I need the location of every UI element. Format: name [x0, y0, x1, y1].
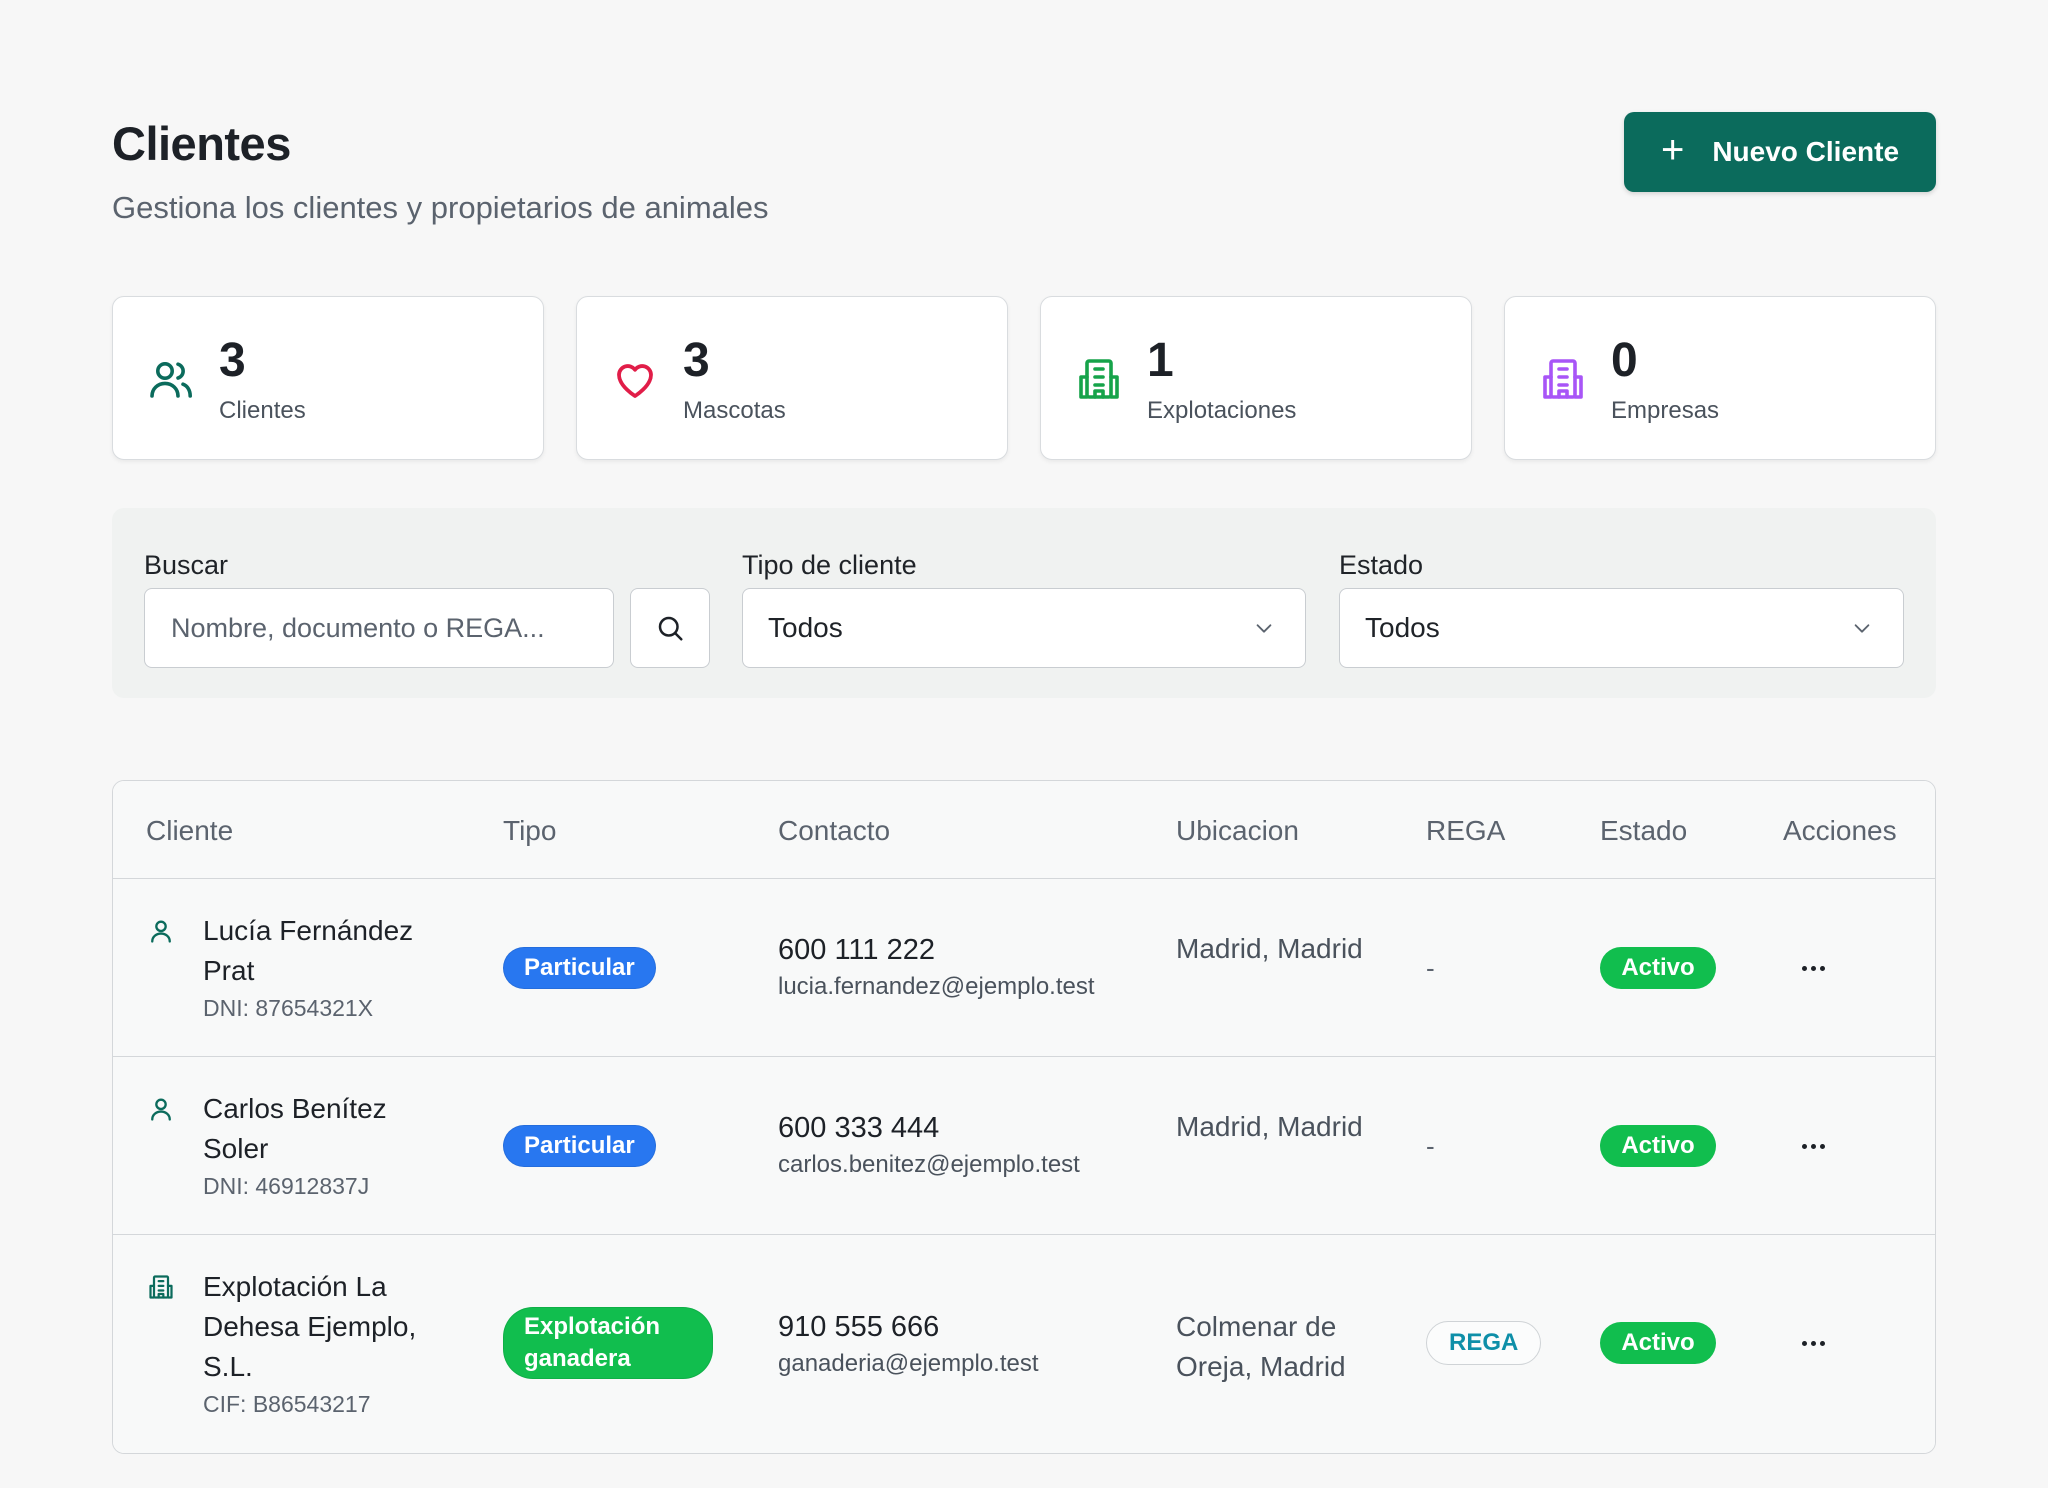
user-icon [151, 920, 171, 943]
stat-value: 3 [683, 334, 710, 387]
client-type-badge: Explotación ganadera [503, 1307, 713, 1379]
table-row[interactable]: Carlos Benítez Soler DNI: 46912837J Part… [113, 1057, 1935, 1235]
rega-badge: REGA [1426, 1321, 1542, 1365]
column-header: Estado [1600, 815, 1688, 846]
status-badge: Activo [1600, 1125, 1716, 1167]
search-input[interactable] [144, 588, 614, 668]
client-email: lucia.fernandez@ejemplo.test [778, 973, 1095, 1000]
page-title: Clientes [112, 117, 291, 170]
client-email: carlos.benitez@ejemplo.test [778, 1151, 1080, 1178]
new-client-label: Nuevo Cliente [1712, 136, 1900, 167]
status-badge: Activo [1600, 1322, 1716, 1364]
filters-panel: Buscar Tipo de cliente Todos Estado Todo… [112, 508, 1936, 698]
client-location: Madrid, Madrid [1176, 933, 1363, 964]
search-button[interactable] [630, 588, 710, 668]
client-phone: 600 111 222 [778, 934, 935, 966]
client-rega: - [1426, 1131, 1435, 1161]
type-filter-select[interactable]: Todos [742, 588, 1306, 668]
stat-card-explotaciones: 1 Explotaciones [1040, 296, 1472, 460]
status-badge: Activo [1600, 947, 1716, 989]
client-document: DNI: 46912837J [203, 1173, 370, 1199]
more-actions-button[interactable] [1793, 1131, 1833, 1161]
client-document: DNI: 87654321X [203, 995, 374, 1021]
table-row[interactable]: Explotación La Dehesa Ejemplo, S.L. CIF:… [113, 1235, 1935, 1453]
stat-label: Clientes [219, 397, 306, 424]
client-email: ganaderia@ejemplo.test [778, 1350, 1039, 1377]
column-header: Ubicacion [1176, 815, 1299, 846]
status-filter-label: Estado [1339, 550, 1424, 580]
client-name: Explotación La Dehesa Ejemplo, S.L. [203, 1271, 417, 1382]
client-phone: 910 555 666 [778, 1311, 940, 1343]
client-phone: 600 333 444 [778, 1112, 940, 1144]
chevron-down-icon [1256, 624, 1272, 633]
users-icon [150, 362, 192, 398]
column-header: REGA [1426, 815, 1506, 846]
client-document: CIF: B86543217 [203, 1391, 371, 1417]
client-type-badge: Particular [503, 947, 656, 989]
heart-icon [617, 364, 653, 398]
more-actions-button[interactable] [1793, 953, 1833, 983]
type-filter-label: Tipo de cliente [742, 550, 917, 580]
table-header: Cliente Tipo Contacto Ubicacion REGA Est… [113, 781, 1935, 879]
column-header: Cliente [146, 815, 234, 846]
column-header: Contacto [778, 815, 891, 846]
new-client-button[interactable]: + Nuevo Cliente [1624, 112, 1936, 192]
stat-card-empresas: 0 Empresas [1504, 296, 1936, 460]
column-header: Acciones [1783, 815, 1897, 846]
building-icon [149, 1275, 173, 1299]
search-icon [658, 616, 683, 641]
chevron-down-icon [1854, 624, 1870, 633]
stat-label: Explotaciones [1147, 397, 1297, 424]
more-actions-button[interactable] [1793, 1328, 1833, 1358]
status-filter-select[interactable]: Todos [1339, 588, 1904, 668]
type-filter-value: Todos [768, 612, 843, 643]
status-filter-value: Todos [1365, 612, 1440, 643]
client-name: Carlos Benítez Soler [203, 1093, 387, 1164]
column-header: Tipo [503, 815, 557, 846]
building-icon [1079, 359, 1119, 399]
stat-card-mascotas: 3 Mascotas [576, 296, 1008, 460]
client-name: Lucía Fernández Prat [203, 915, 414, 986]
client-location: Madrid, Madrid [1176, 1111, 1363, 1142]
stat-label: Mascotas [683, 397, 786, 424]
stat-card-clientes: 3 Clientes [112, 296, 544, 460]
plus-icon: + [1660, 128, 1685, 172]
client-type-badge: Particular [503, 1125, 656, 1167]
table-row[interactable]: Lucía Fernández Prat DNI: 87654321X Part… [113, 879, 1935, 1057]
stat-value: 3 [219, 334, 246, 387]
user-icon [151, 1098, 171, 1121]
client-rega: - [1426, 953, 1435, 983]
clients-page: Clientes Gestiona los clientes y propiet… [0, 0, 2048, 1488]
building-icon [1543, 359, 1583, 399]
client-location: Colmenar de Oreja, Madrid [1176, 1311, 1346, 1382]
stat-value: 0 [1611, 334, 1638, 387]
search-label: Buscar [144, 550, 229, 580]
clients-table: Cliente Tipo Contacto Ubicacion REGA Est… [112, 780, 1936, 1454]
stat-label: Empresas [1611, 397, 1720, 424]
stat-value: 1 [1147, 334, 1174, 387]
page-subtitle: Gestiona los clientes y propietarios de … [112, 190, 769, 225]
